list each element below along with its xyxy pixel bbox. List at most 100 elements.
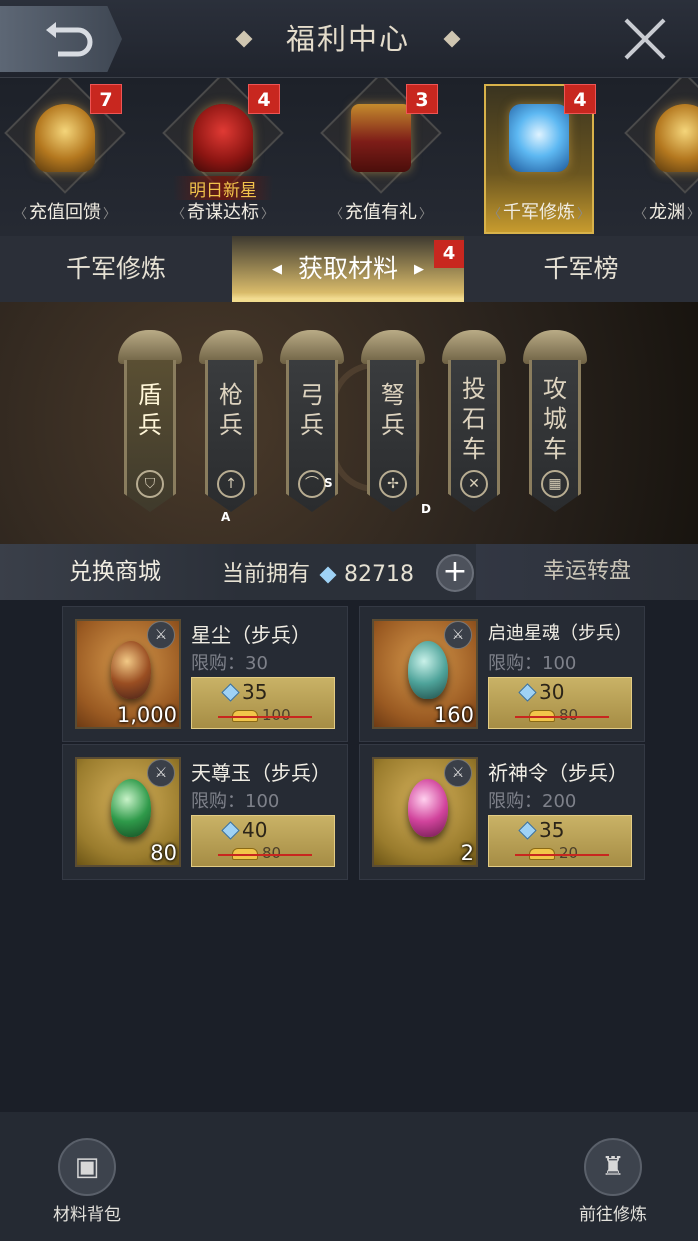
back-button[interactable] xyxy=(0,6,122,72)
shop-item-stardust[interactable]: 1,000 ⚔ 星尘（步兵） 限购：30 35 100 xyxy=(62,606,348,742)
tab-army-training[interactable]: 千军修炼 xyxy=(0,236,232,302)
item-original-price: 100 xyxy=(232,706,291,724)
crossbow-icon: ✢ xyxy=(379,470,407,498)
item-quantity: 160 xyxy=(433,703,474,727)
tab-lucky-wheel[interactable]: 幸运转盘 xyxy=(476,544,698,600)
item-original-price: 80 xyxy=(528,706,579,724)
banner-cap xyxy=(280,330,344,364)
bow-icon: ⌒ xyxy=(298,470,326,498)
item-price: 35 xyxy=(242,680,268,704)
close-icon[interactable] xyxy=(622,16,668,62)
unit-banner-spear[interactable]: 枪兵 ↑ A xyxy=(199,330,263,524)
buy-button[interactable]: 30 80 xyxy=(488,677,632,729)
tab-label: 获取材料 xyxy=(297,254,398,283)
item-limit: 限购：100 xyxy=(191,791,280,812)
event-label: 千军修炼 xyxy=(478,198,600,224)
event-army-training[interactable]: 4 千军修炼 xyxy=(474,84,604,234)
owned-value: 82718 xyxy=(344,562,415,587)
unit-name: 枪兵 xyxy=(219,381,243,439)
buy-button[interactable]: 40 80 xyxy=(191,815,335,867)
item-quantity: 1,000 xyxy=(116,703,177,727)
crystal-currency-icon xyxy=(319,566,337,584)
shop-item-enlighten-soul[interactable]: 160 ⚔ 启迪星魂（步兵） 限购：100 30 80 xyxy=(359,606,645,742)
crystal-icon xyxy=(509,104,569,172)
event-carousel: 7 充值回馈 4 明日新星 奇谋达标 3 充值有礼 4 千军修炼 龙渊 xyxy=(0,78,698,236)
item-quantity: 2 xyxy=(460,841,474,865)
event-sub-label: 明日新星 xyxy=(173,176,273,201)
event-label: 龙渊 xyxy=(634,198,698,224)
unit-name: 攻城车 xyxy=(543,375,567,463)
event-recharge-gift[interactable]: 3 充值有礼 xyxy=(316,78,446,234)
scroll-icon xyxy=(193,104,253,172)
dragon-icon xyxy=(655,104,698,172)
event-recharge-feedback[interactable]: 7 充值回馈 xyxy=(0,78,130,234)
event-strategy-target[interactable]: 4 明日新星 奇谋达标 xyxy=(158,78,288,234)
banner-cap xyxy=(361,330,425,364)
unit-name: 弓兵 xyxy=(300,381,324,439)
item-name: 祈神令（步兵） xyxy=(488,761,628,785)
item-name: 启迪星魂（步兵） xyxy=(488,623,632,644)
unit-name: 弩兵 xyxy=(381,381,405,439)
tab-badge: 4 xyxy=(434,240,464,268)
tab-get-materials[interactable]: ◀ 获取材料 ▶ xyxy=(232,236,464,302)
unit-name: 盾兵 xyxy=(138,381,162,439)
add-currency-button[interactable]: + xyxy=(436,554,474,592)
footer-label: 材料背包 xyxy=(53,1205,121,1225)
item-original-price: 20 xyxy=(528,844,579,862)
banner-cap xyxy=(442,330,506,364)
material-bag-button[interactable]: ▣ 材料背包 xyxy=(42,1138,132,1228)
treasure-chest-icon xyxy=(351,104,411,172)
infantry-type-icon: ⚔ xyxy=(444,759,472,787)
event-label: 充值有礼 xyxy=(320,198,442,224)
event-badge: 4 xyxy=(564,84,596,114)
go-training-button[interactable]: ♜ 前往修炼 xyxy=(568,1138,658,1228)
unit-banner-shield[interactable]: 盾兵 ⛉ xyxy=(118,330,182,522)
event-label: 充值回馈 xyxy=(4,198,126,224)
page-title: 福利中心 xyxy=(285,22,410,56)
price-strikethrough xyxy=(515,854,609,856)
item-price: 30 xyxy=(539,680,565,704)
price-strikethrough xyxy=(218,854,312,856)
buy-button[interactable]: 35 100 xyxy=(191,677,335,729)
pagoda-icon xyxy=(35,104,95,172)
event-badge: 3 xyxy=(406,84,438,114)
catapult-icon: ✕ xyxy=(460,470,488,498)
footer-bar: ▣ 材料背包 ♜ 前往修炼 xyxy=(0,1112,698,1241)
buy-button[interactable]: 35 20 xyxy=(488,815,632,867)
unit-banner-crossbow[interactable]: 弩兵 ✢ D xyxy=(361,330,431,522)
price-strikethrough xyxy=(515,716,609,718)
unit-grade: S xyxy=(324,476,333,490)
event-label: 奇谋达标 xyxy=(162,198,284,224)
header-bar: 福利中心 xyxy=(0,0,698,78)
event-dragon-abyss[interactable]: 龙渊 xyxy=(620,78,698,234)
tab-label: 千军榜 xyxy=(543,254,619,283)
tab-prev-icon: ◀ xyxy=(271,262,282,277)
banner-cap xyxy=(199,330,263,364)
item-original-price: 80 xyxy=(231,844,282,862)
item-limit: 限购：200 xyxy=(488,791,577,812)
title-ornament-left xyxy=(235,30,253,48)
owned-label: 当前拥有 xyxy=(222,562,311,587)
shield-icon: ⛉ xyxy=(136,470,164,498)
shop-subbar: 兑换商城 当前拥有 82718 + 幸运转盘 xyxy=(0,544,698,600)
infantry-type-icon: ⚔ xyxy=(147,621,175,649)
event-badge: 7 xyxy=(90,84,122,114)
unit-banner-catapult[interactable]: 投石车 ✕ xyxy=(442,330,506,522)
prayer-gem-icon xyxy=(408,779,448,837)
stardust-gem-icon xyxy=(111,641,151,699)
jade-gem-icon xyxy=(111,779,151,837)
tab-army-ranking[interactable]: 千军榜 xyxy=(464,236,698,302)
title-ornament-right xyxy=(443,30,461,48)
event-badge: 4 xyxy=(248,84,280,114)
shop-item-prayer-token[interactable]: 2 ⚔ 祈神令（步兵） 限购：200 35 20 xyxy=(359,744,645,880)
back-arrow-icon xyxy=(46,22,93,57)
tab-exchange-shop[interactable]: 兑换商城 xyxy=(0,544,240,600)
unit-name: 投石车 xyxy=(462,375,486,463)
title-wrap: 福利中心 xyxy=(230,14,466,64)
spear-icon: ↑ xyxy=(217,470,245,498)
unit-banner-bow[interactable]: 弓兵 ⌒ S xyxy=(280,330,344,522)
warrior-icon: ♜ xyxy=(584,1138,642,1196)
shop-item-heavenly-jade[interactable]: 80 ⚔ 天尊玉（步兵） 限购：100 40 80 xyxy=(62,744,348,880)
unit-banner-siege-ram[interactable]: 攻城车 ▦ xyxy=(523,330,587,522)
unit-banner-area: 盾兵 ⛉ 枪兵 ↑ A 弓兵 ⌒ S 弩兵 ✢ D 投石车 ✕ 攻城车 ▦ xyxy=(0,302,698,544)
